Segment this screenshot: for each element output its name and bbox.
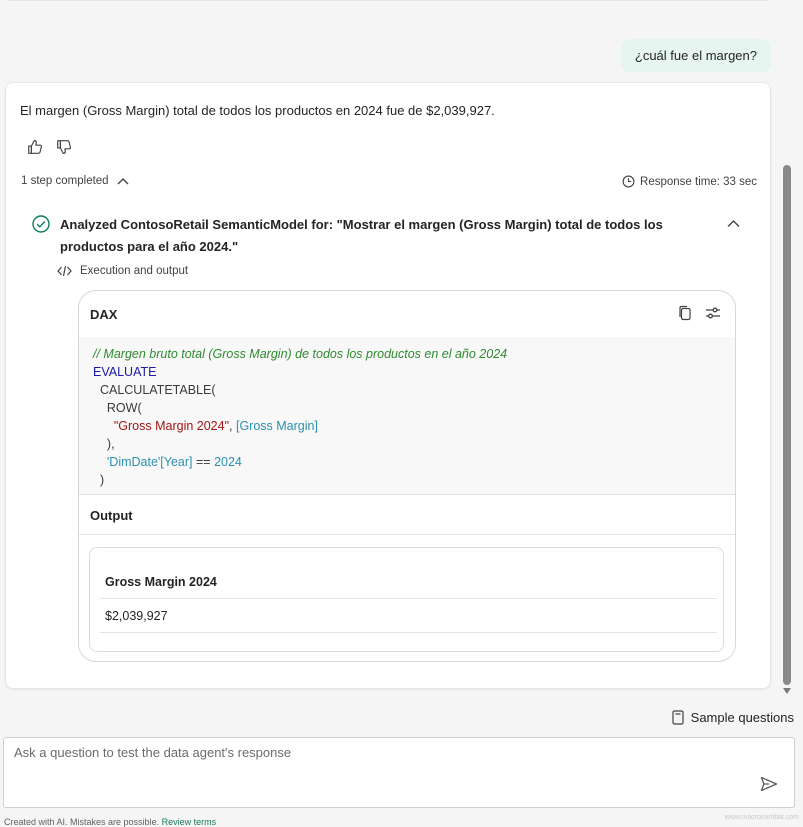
- response-card: El margen (Gross Margin) total de todos …: [5, 82, 771, 689]
- table-header-divider: [100, 598, 717, 599]
- code-keyword-evaluate: EVALUATE: [93, 365, 157, 379]
- code-string-column: "Gross Margin 2024": [113, 419, 230, 433]
- dax-code-block: // Margen bruto total (Gross Margin) de …: [79, 337, 735, 494]
- scrollbar-thumb[interactable]: [783, 165, 791, 685]
- question-input-box[interactable]: [3, 737, 795, 808]
- result-table: Gross Margin 2024 $2,039,927: [89, 547, 724, 652]
- adjust-settings-icon[interactable]: [705, 306, 721, 320]
- clock-icon: [622, 175, 635, 188]
- code-comma: ,: [229, 419, 236, 433]
- code-close-paren: ): [99, 473, 105, 487]
- user-message-bubble: ¿cuál fue el margen?: [620, 39, 771, 72]
- code-comment: // Margen bruto total (Gross Margin) de …: [93, 347, 508, 361]
- copy-icon[interactable]: [678, 305, 692, 321]
- scrollbar[interactable]: [781, 160, 793, 695]
- code-year-value: 2024: [214, 455, 242, 469]
- collapse-chevron-icon[interactable]: [727, 219, 740, 228]
- feedback-buttons: [26, 138, 73, 156]
- code-row-close: ),: [106, 437, 115, 451]
- code-measure-ref: [Gross Margin]: [235, 419, 318, 433]
- output-header: Output: [79, 494, 735, 535]
- review-terms-link[interactable]: Review terms: [162, 817, 217, 827]
- sample-questions-button[interactable]: Sample questions: [672, 710, 794, 725]
- code-operator: ==: [192, 455, 215, 469]
- previous-card-edge: [6, 0, 770, 1]
- code-language-label: DAX: [90, 307, 118, 322]
- code-icon: [57, 265, 72, 277]
- disclaimer-text: Created with AI. Mistakes are possible.: [4, 817, 162, 827]
- code-calculatetable: CALCULATETABLE(: [99, 383, 216, 397]
- step-title: Analyzed ContosoRetail SemanticModel for…: [60, 217, 663, 254]
- code-header: DAX: [79, 291, 735, 337]
- execution-label-text: Execution and output: [80, 265, 189, 277]
- thumbs-up-icon[interactable]: [26, 138, 44, 156]
- watermark: www.macrocombat.com: [724, 814, 799, 821]
- execution-output-label: Execution and output: [57, 265, 188, 277]
- answer-text: El margen (Gross Margin) total de todos …: [20, 103, 495, 118]
- scroll-down-arrow-icon[interactable]: [783, 688, 791, 694]
- code-row-open: ROW(: [106, 401, 142, 415]
- response-time-text: Response time: 33 sec: [640, 175, 757, 188]
- table-cell-value: $2,039,927: [105, 609, 168, 623]
- disclaimer: Created with AI. Mistakes are possible. …: [4, 817, 216, 827]
- code-table-ref: 'DimDate'[Year]: [106, 455, 193, 469]
- question-input[interactable]: [4, 738, 794, 807]
- code-output-panel: DAX // Margen bruto total (Gross Margin)…: [78, 290, 736, 662]
- notebook-icon: [672, 710, 684, 725]
- table-row-divider: [100, 632, 717, 633]
- steps-toggle[interactable]: 1 step completed: [21, 175, 129, 187]
- send-icon[interactable]: [760, 776, 778, 792]
- sample-questions-label: Sample questions: [690, 710, 794, 725]
- table-column-header: Gross Margin 2024: [105, 575, 217, 589]
- output-label: Output: [90, 508, 133, 523]
- thumbs-down-icon[interactable]: [55, 138, 73, 156]
- check-circle-icon: [32, 215, 50, 233]
- response-time: Response time: 33 sec: [622, 175, 757, 188]
- chevron-up-icon: [117, 178, 129, 185]
- steps-label: 1 step completed: [21, 175, 109, 187]
